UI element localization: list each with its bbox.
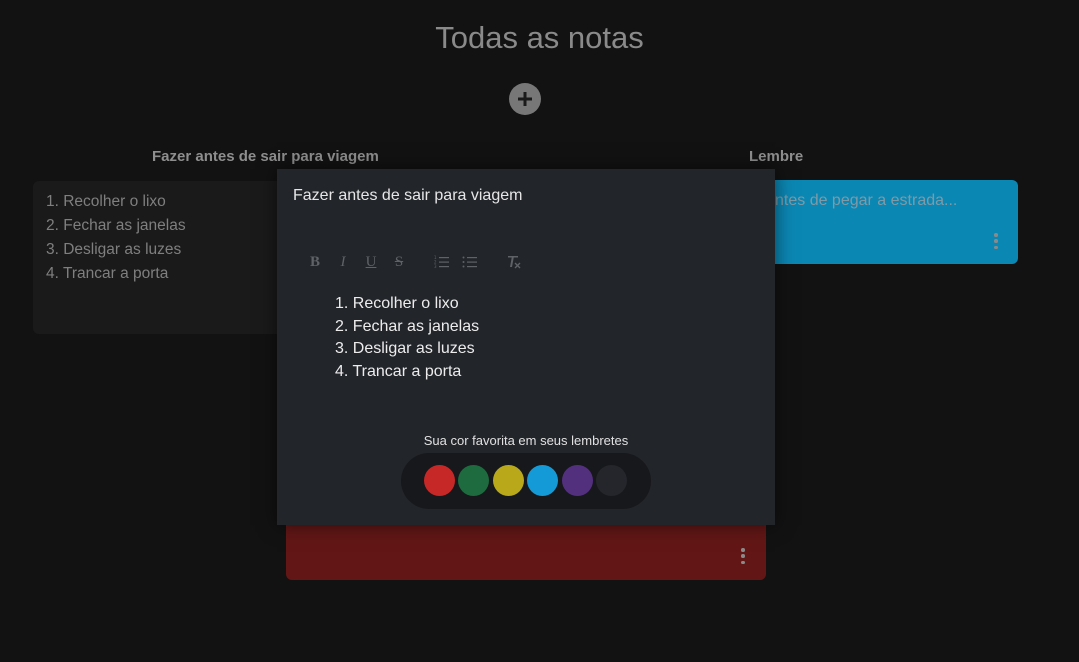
italic-button[interactable]: I — [333, 252, 353, 272]
underline-button[interactable]: U — [361, 252, 381, 272]
more-options-icon[interactable] — [993, 233, 999, 249]
color-swatch-purple[interactable] — [562, 465, 593, 496]
bullet-list-button[interactable] — [460, 252, 480, 272]
page-title: Todas as notas — [435, 20, 644, 55]
note-card-reminder[interactable]: ntes de pegar a estrada... — [765, 180, 1018, 264]
color-swatch-yellow[interactable] — [493, 465, 524, 496]
list-item: 2. Fechar as janelas — [335, 317, 480, 335]
color-palette — [401, 453, 651, 509]
editor-ordered-list[interactable]: 1. Recolher o lixo 2. Fechar as janelas … — [335, 293, 479, 384]
reminder-text: ntes de pegar a estrada... — [775, 192, 958, 209]
plus-icon — [518, 92, 532, 106]
column-title-reminder: Lembre — [749, 148, 804, 165]
ordered-list-icon: 1 2 3 — [434, 255, 449, 269]
note-card-trip[interactable]: 1. Recolher o lixo 2. Fechar as janelas … — [33, 181, 285, 334]
list-item: 3. Desligar as luzes — [335, 340, 475, 358]
list-item: 4. Trancar a porta — [335, 363, 462, 381]
note-editor-modal: Fazer antes de sair para viagem B I U S … — [277, 169, 775, 525]
bold-button[interactable]: B — [305, 252, 325, 272]
more-options-icon[interactable] — [740, 548, 746, 564]
color-swatch-dark[interactable] — [596, 465, 627, 496]
svg-text:3: 3 — [434, 264, 437, 269]
clear-format-icon — [508, 256, 521, 269]
list-item: 2. Fechar as janelas — [46, 217, 186, 234]
column-title-trip: Fazer antes de sair para viagem — [152, 148, 379, 165]
color-swatch-blue[interactable] — [527, 465, 558, 496]
color-swatch-red[interactable] — [424, 465, 455, 496]
list-item: 4. Trancar a porta — [46, 265, 169, 282]
bullet-list-icon — [462, 256, 477, 268]
clear-format-button[interactable] — [504, 252, 524, 272]
add-note-button[interactable] — [509, 83, 541, 115]
note-list: 1. Recolher o lixo 2. Fechar as janelas … — [46, 190, 285, 286]
ordered-list-button[interactable]: 1 2 3 — [432, 252, 452, 272]
list-item: 1. Recolher o lixo — [46, 193, 166, 210]
list-item: 3. Desligar as luzes — [46, 241, 182, 258]
strike-button[interactable]: S — [389, 252, 409, 272]
palette-label: Sua cor favorita em seus lembretes — [423, 433, 629, 448]
note-title-input[interactable]: Fazer antes de sair para viagem — [293, 187, 522, 205]
list-item: 1. Recolher o lixo — [335, 295, 459, 312]
color-swatch-green[interactable] — [458, 465, 489, 496]
